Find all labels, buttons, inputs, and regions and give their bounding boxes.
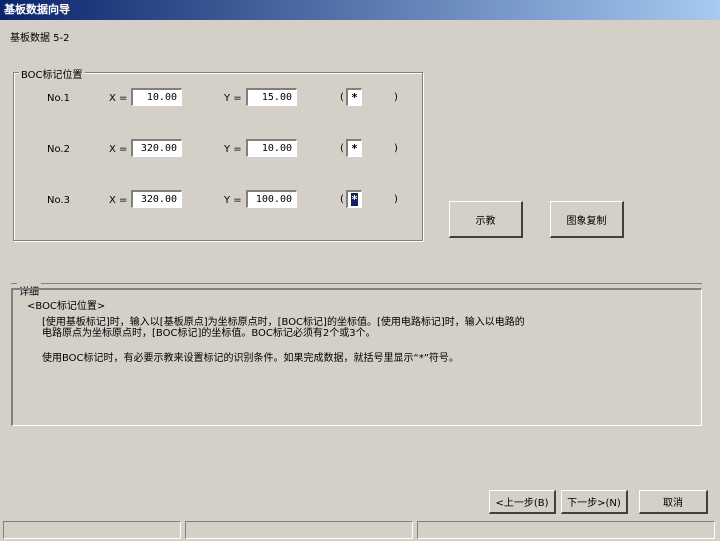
x-label: X = (109, 195, 128, 206)
boc1-y-field[interactable]: 15.00 (246, 88, 297, 106)
page-subtitle: 基板数据 5-2 (10, 33, 70, 44)
boc3-status-mark[interactable]: * (346, 190, 362, 208)
row-label-no3: No.3 (47, 195, 70, 206)
row-label-no1: No.1 (47, 93, 70, 104)
boc3-y-field[interactable]: 100.00 (246, 190, 297, 208)
paren-close: ) (394, 92, 398, 103)
status-pane-2 (185, 521, 413, 539)
row-label-no2: No.2 (47, 144, 70, 155)
window-title: 基板数据向导 (0, 0, 720, 20)
paren-close: ) (394, 143, 398, 154)
status-pane-3 (417, 521, 715, 539)
cancel-button[interactable]: 取消 (639, 490, 708, 514)
boc2-status-mark[interactable]: * (346, 139, 362, 157)
y-label: Y = (224, 93, 242, 104)
detail-line-2: 电路原点为坐标原点时，[BOC标记]的坐标值。BOC标记必须有2个或3个。 (42, 328, 376, 339)
back-button[interactable]: <上一步(B) (489, 490, 556, 514)
paren-close: ) (394, 194, 398, 205)
detail-divider (11, 283, 702, 284)
boc-group-legend: BOC标记位置 (19, 66, 85, 81)
paren-open: ( (340, 143, 344, 154)
paren-open: ( (340, 194, 344, 205)
paren-open: ( (340, 92, 344, 103)
boc1-x-field[interactable]: 10.00 (131, 88, 182, 106)
image-copy-button[interactable]: 图象复制 (550, 201, 624, 238)
status-pane-1 (3, 521, 181, 539)
teach-button[interactable]: 示教 (449, 201, 523, 238)
y-label: Y = (224, 144, 242, 155)
boc1-status-mark[interactable]: * (346, 88, 362, 106)
next-button[interactable]: 下一步>(N) (561, 490, 628, 514)
x-label: X = (109, 144, 128, 155)
x-label: X = (109, 93, 128, 104)
y-label: Y = (224, 195, 242, 206)
detail-line-3: 使用BOC标记时，有必要示教来设置标记的识别条件。如果完成数据，就括号里显示“*… (42, 353, 459, 364)
boc2-y-field[interactable]: 10.00 (246, 139, 297, 157)
boc2-x-field[interactable]: 320.00 (131, 139, 182, 157)
boc3-x-field[interactable]: 320.00 (131, 190, 182, 208)
detail-heading: <BOC标记位置> (27, 301, 106, 312)
